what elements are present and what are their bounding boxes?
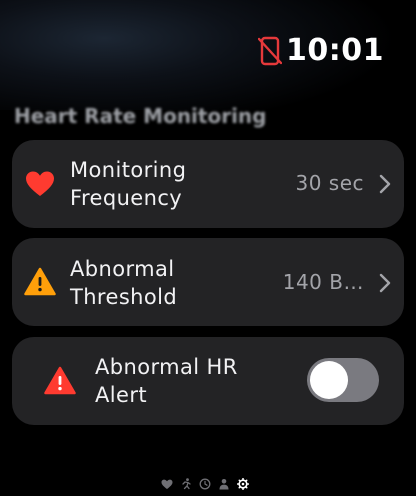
- abnormal-hr-alert-toggle[interactable]: [307, 358, 379, 402]
- toggle-knob: [310, 361, 348, 399]
- abnormal-threshold-label: Abnormal Threshold: [70, 257, 178, 309]
- running-page-icon[interactable]: [180, 478, 192, 490]
- settings-page-icon[interactable]: [237, 478, 249, 490]
- watch-screen: 10:01 Heart Rate Monitoring Monitoring F…: [0, 0, 416, 496]
- warning-triangle-icon: [24, 267, 56, 296]
- heart-page-icon[interactable]: [161, 479, 173, 490]
- abnormal-threshold-value: 140 B…: [282, 270, 364, 294]
- abnormal-threshold-row[interactable]: Abnormal Threshold 140 B…: [12, 238, 404, 326]
- page-indicator: [161, 478, 249, 490]
- monitoring-frequency-row[interactable]: Monitoring Frequency 30 sec: [12, 140, 404, 228]
- chevron-right-icon: [379, 273, 391, 293]
- phone-disconnected-icon: [258, 36, 282, 66]
- status-bar: 10:01: [258, 28, 384, 74]
- section-title: Heart Rate Monitoring: [14, 104, 267, 128]
- chevron-right-icon: [379, 174, 391, 194]
- abnormal-hr-alert-label: Abnormal HR Alert: [95, 355, 238, 407]
- monitoring-frequency-value: 30 sec: [295, 171, 364, 195]
- person-page-icon[interactable]: [218, 478, 230, 490]
- heart-icon: [26, 171, 54, 196]
- alert-triangle-icon: [44, 366, 76, 395]
- clock-page-icon[interactable]: [199, 478, 211, 490]
- abnormal-hr-alert-row: Abnormal HR Alert: [12, 337, 404, 425]
- clock-time: 10:01: [286, 33, 384, 68]
- monitoring-frequency-label: Monitoring Frequency: [70, 158, 187, 210]
